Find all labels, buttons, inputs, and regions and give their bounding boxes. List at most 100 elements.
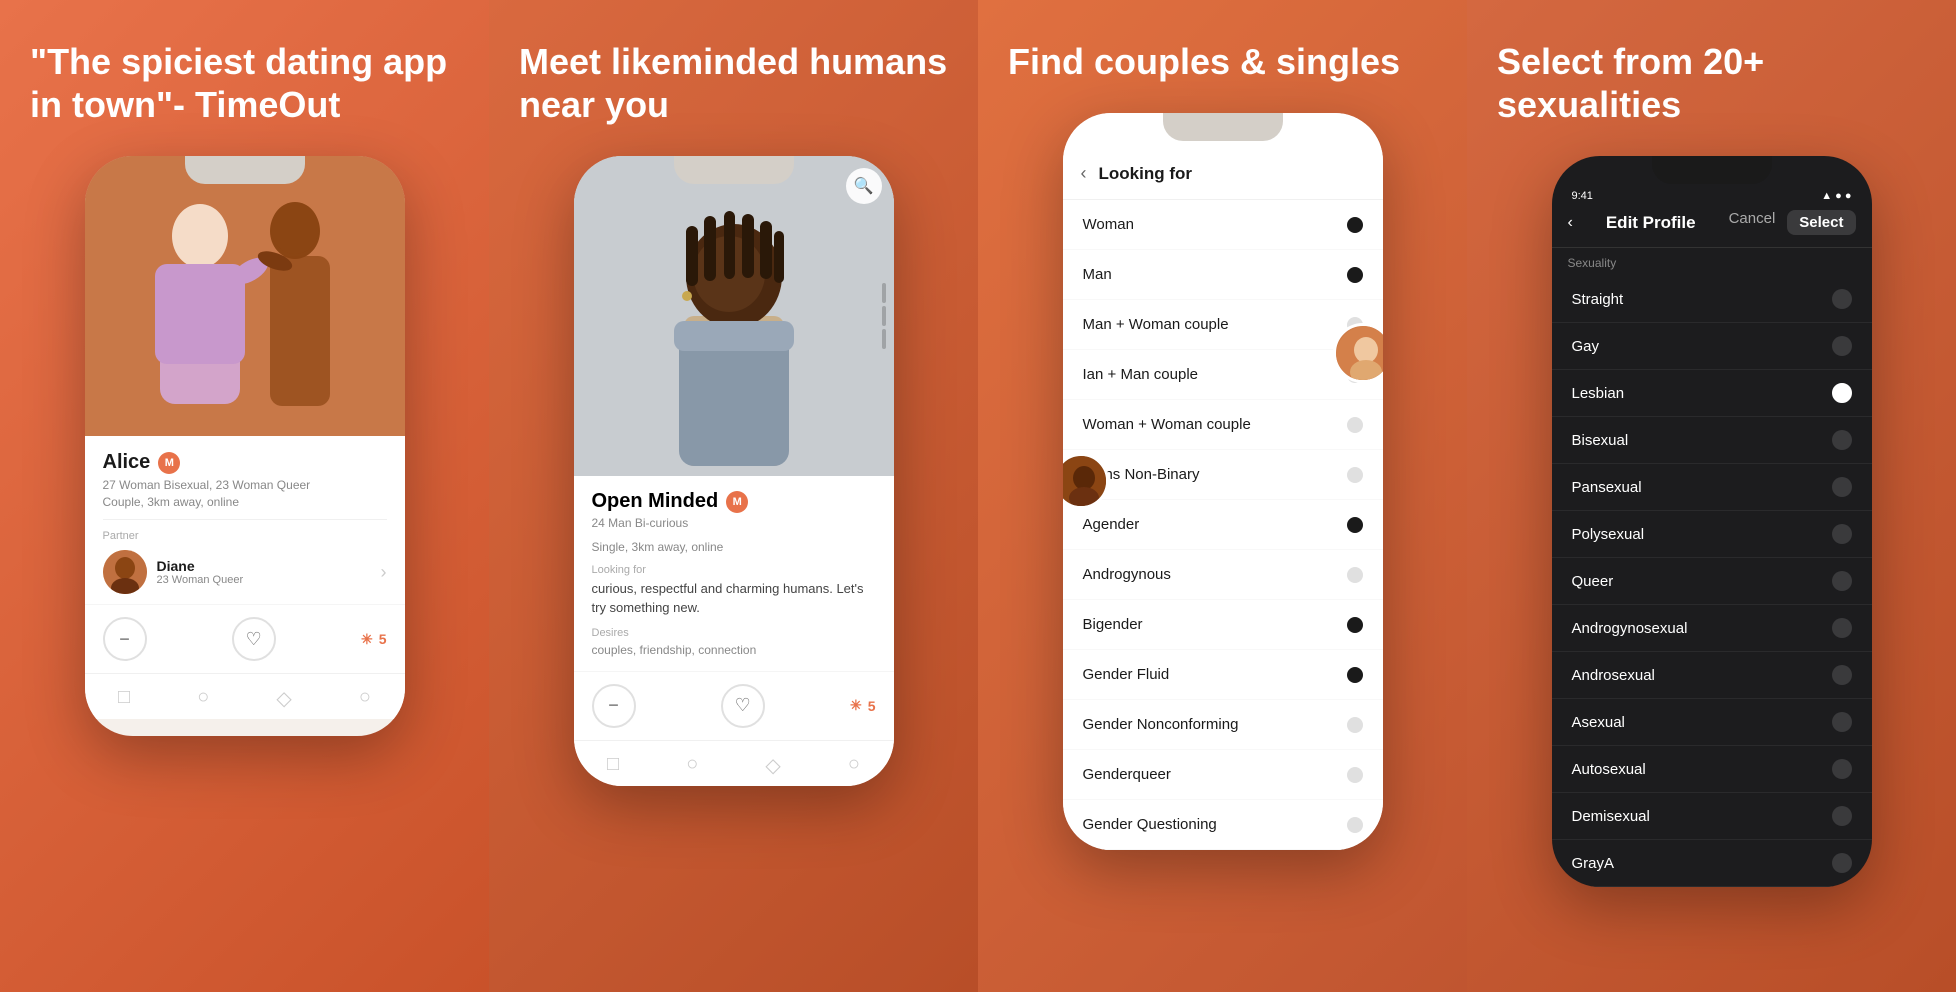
dark-item[interactable]: Gay	[1552, 323, 1872, 370]
heart-button[interactable]: ♡	[232, 617, 276, 661]
notch-4	[1652, 156, 1772, 184]
open-minded-info: Open Minded M 24 Man Bi-curious Single, …	[574, 476, 894, 670]
dark-item[interactable]: Queer	[1552, 558, 1872, 605]
lf-item[interactable]: Androgynous	[1063, 550, 1383, 600]
lf-item[interactable]: Woman	[1063, 200, 1383, 250]
sparkle-button[interactable]: ✳ 5	[361, 631, 387, 648]
lf-item-label: Bigender	[1083, 616, 1143, 633]
lf-item[interactable]: Trans Non-Binary	[1063, 450, 1383, 500]
dark-item[interactable]: Androsexual	[1552, 652, 1872, 699]
phone-frame-4: 9:41 ▲ ● ● ‹ Edit Profile Cancel Select …	[1552, 156, 1872, 887]
dark-item[interactable]: Polysexual	[1552, 511, 1872, 558]
dark-item[interactable]: Pansexual	[1552, 464, 1872, 511]
lf-item-label: Woman	[1083, 216, 1134, 233]
lf-item[interactable]: Man	[1063, 250, 1383, 300]
lf-item-label: Genderqueer	[1083, 766, 1171, 783]
lf-dot	[1347, 467, 1363, 483]
dark-item[interactable]: Androgynosexual	[1552, 605, 1872, 652]
partner-section: Partner Diane 23 Woman Queer ›	[103, 519, 387, 594]
bottom-nav-2: □ ○ ◇ ○	[574, 740, 894, 786]
panel-1: "The spiciest dating app in town"- TimeO…	[0, 0, 489, 992]
lf-item[interactable]: Gender Fluid	[1063, 650, 1383, 700]
lf-dot	[1347, 217, 1363, 233]
lf-item[interactable]: Gender Questioning	[1063, 800, 1383, 850]
lf-item-label: Man	[1083, 266, 1112, 283]
action-bar-2: − ♡ ✳ 5	[574, 671, 894, 740]
profile-info-1: Alice M 27 Woman Bisexual, 23 Woman Quee…	[85, 436, 405, 604]
dark-item[interactable]: Autosexual	[1552, 746, 1872, 793]
dark-radio	[1832, 712, 1852, 732]
lf-item[interactable]: Genderqueer	[1063, 750, 1383, 800]
sparkle-count: 5	[379, 631, 387, 647]
dark-back-icon[interactable]: ‹	[1568, 214, 1573, 232]
nav-profile-icon[interactable]: ○	[359, 686, 371, 711]
dark-item[interactable]: Asexual	[1552, 699, 1872, 746]
nav-search-icon-2[interactable]: ○	[686, 753, 698, 778]
dark-radio	[1832, 524, 1852, 544]
om-badge: M	[726, 491, 748, 513]
sparkle-icon-2: ✳	[850, 697, 862, 714]
dark-item[interactable]: Bisexual	[1552, 417, 1872, 464]
dark-item-label: Asexual	[1572, 714, 1625, 731]
scroll-dot	[882, 329, 886, 349]
dark-item[interactable]: GrayA	[1552, 840, 1872, 887]
minus-button[interactable]: −	[103, 617, 147, 661]
lf-item[interactable]: Gender Nonconforming	[1063, 700, 1383, 750]
badge-m: M	[158, 452, 180, 474]
scroll-dot	[882, 283, 886, 303]
desires-text: couples, friendship, connection	[592, 643, 876, 657]
nav-home-icon[interactable]: □	[118, 686, 130, 711]
nav-message-icon[interactable]: ◇	[276, 686, 291, 711]
lf-item[interactable]: Bigender	[1063, 600, 1383, 650]
om-sub2: Single, 3km away, online	[592, 540, 876, 554]
dark-item-label: Androgynosexual	[1572, 620, 1688, 637]
lf-item[interactable]: Agender	[1063, 500, 1383, 550]
dark-radio	[1832, 477, 1852, 497]
dark-item[interactable]: Straight	[1552, 276, 1872, 323]
lf-item[interactable]: Woman + Woman couple	[1063, 400, 1383, 450]
nav-message-icon-2[interactable]: ◇	[765, 753, 780, 778]
lf-items-container: Woman Man Man + Woman couple Ian + Man c…	[1063, 200, 1383, 850]
chevron-icon: ›	[381, 562, 387, 583]
phone-frame-1: Alice M 27 Woman Bisexual, 23 Woman Quee…	[85, 156, 405, 736]
dark-item-label: Gay	[1572, 338, 1600, 355]
lf-item-label: Androgynous	[1083, 566, 1171, 583]
partner-avatar	[103, 550, 147, 594]
search-icon-btn[interactable]: 🔍	[846, 168, 882, 204]
dark-item-label: Autosexual	[1572, 761, 1646, 778]
back-arrow-icon[interactable]: ‹	[1081, 163, 1087, 184]
profile-subtitle1: 27 Woman Bisexual, 23 Woman Queer	[103, 478, 387, 492]
nav-home-icon-2[interactable]: □	[607, 753, 619, 778]
dark-item-label: Lesbian	[1572, 385, 1625, 402]
heart-button-2[interactable]: ♡	[721, 684, 765, 728]
dark-select-btn[interactable]: Select	[1787, 210, 1855, 235]
action-bar-1: − ♡ ✳ 5	[85, 604, 405, 673]
dark-radio	[1832, 618, 1852, 638]
partner-name: Diane	[157, 558, 371, 574]
lf-dot	[1347, 267, 1363, 283]
sparkle-icon: ✳	[361, 631, 373, 648]
dark-item[interactable]: Lesbian	[1552, 370, 1872, 417]
dark-header: ‹ Edit Profile Cancel Select	[1552, 202, 1872, 248]
panel-3-heading: Find couples & singles	[1008, 40, 1400, 83]
minus-button-2[interactable]: −	[592, 684, 636, 728]
nav-profile-icon-2[interactable]: ○	[848, 753, 860, 778]
status-icons: ▲ ● ●	[1821, 190, 1851, 202]
lf-item-label: Gender Nonconforming	[1083, 716, 1239, 733]
dark-items-container: Straight Gay Lesbian Bisexual Pansexual …	[1552, 276, 1872, 887]
dark-item[interactable]: Demisexual	[1552, 793, 1872, 840]
om-name-text: Open Minded	[592, 490, 719, 513]
profile-name: Alice M	[103, 451, 387, 474]
lf-dot	[1347, 517, 1363, 533]
dark-radio	[1832, 289, 1852, 309]
sparkle-button-2[interactable]: ✳ 5	[850, 697, 876, 714]
profile-photo-1	[85, 156, 405, 436]
partner-row[interactable]: Diane 23 Woman Queer ›	[103, 550, 387, 594]
nav-search-icon[interactable]: ○	[197, 686, 209, 711]
dark-radio	[1832, 430, 1852, 450]
partner-info: Diane 23 Woman Queer	[157, 558, 371, 586]
notch-2	[674, 156, 794, 184]
dark-radio	[1832, 853, 1852, 873]
dark-radio	[1832, 571, 1852, 591]
dark-cancel-btn[interactable]: Cancel	[1729, 210, 1776, 235]
